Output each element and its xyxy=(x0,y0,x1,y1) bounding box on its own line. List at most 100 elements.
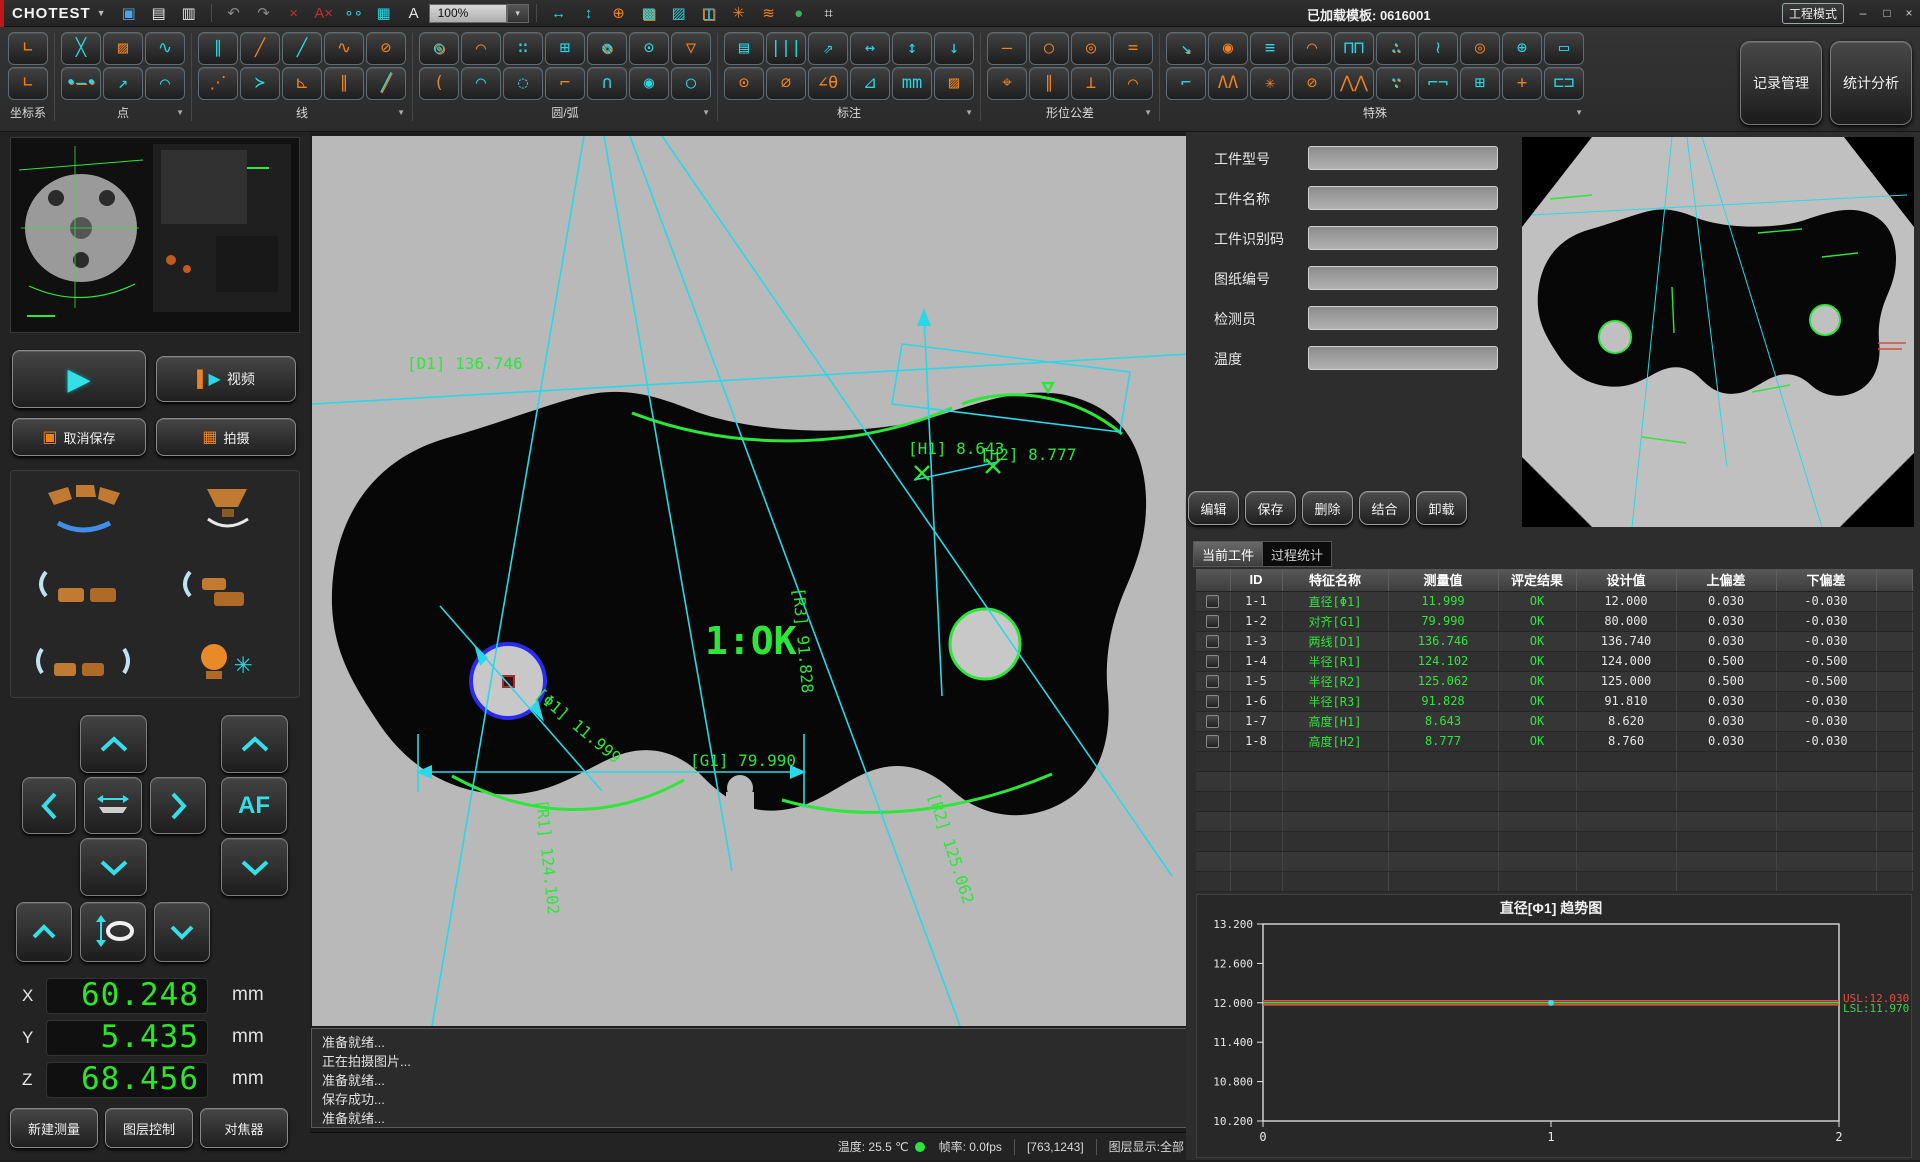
settings-gear-icon[interactable]: ✳ xyxy=(726,2,752,24)
group-dropdown-icon[interactable]: ▼ xyxy=(1575,108,1583,117)
layer-control-button[interactable]: 图层控制 xyxy=(105,1108,193,1148)
zoom-select[interactable]: 100% xyxy=(429,4,507,23)
group-dropdown-icon[interactable]: ▼ xyxy=(965,108,973,117)
line-angled-icon[interactable]: ╱ xyxy=(366,67,406,100)
sp-coil-icon[interactable]: ◉ xyxy=(1208,32,1248,65)
tol-position-icon[interactable]: ⌖ xyxy=(987,67,1027,100)
group-dropdown-icon[interactable]: ▼ xyxy=(397,108,405,117)
column-header[interactable]: 特征名称 xyxy=(1282,569,1388,591)
link-nodes-icon[interactable]: ∘∘ xyxy=(341,2,367,24)
dim-angle-icon[interactable]: ∠θ xyxy=(808,67,848,100)
light-add-icon[interactable]: ⊕ xyxy=(606,2,632,24)
table-row[interactable]: 1-2对齐[G1]79.990OK80.0000.030-0.030 xyxy=(1196,611,1912,631)
ring-light-icon[interactable] xyxy=(11,471,155,546)
point-peak-icon[interactable]: ⌒ xyxy=(145,67,185,100)
table-row[interactable]: 1-6半径[R3]91.828OK91.8100.030-0.030 xyxy=(1196,691,1912,711)
focuser-button[interactable]: 对焦器 xyxy=(200,1108,288,1148)
undo-icon[interactable]: ↶ xyxy=(221,2,247,24)
tol-concentricity-icon[interactable]: ◎ xyxy=(1071,32,1111,65)
sp-tangent-line-icon[interactable]: ↘ xyxy=(1166,32,1206,65)
sp-gear-height-icon[interactable]: ✳ xyxy=(1250,67,1290,100)
sp-spline-box-icon[interactable]: ≀ xyxy=(1418,32,1458,65)
dim-point-line-icon[interactable]: ↓ xyxy=(934,32,974,65)
column-header[interactable]: 上偏差 xyxy=(1676,569,1776,591)
point-wave-icon[interactable]: ∿ xyxy=(145,32,185,65)
close-button[interactable]: × xyxy=(1900,4,1918,22)
z-up-button[interactable] xyxy=(221,715,288,773)
run-measure-button[interactable]: ▶ xyxy=(12,350,146,408)
circle-scatter-icon[interactable]: ◌ xyxy=(503,67,543,100)
app-menu-caret-icon[interactable]: ▼ xyxy=(97,8,106,18)
delete-selected-icon[interactable]: × xyxy=(281,2,307,24)
group-dropdown-icon[interactable]: ▼ xyxy=(1144,108,1152,117)
row-checkbox[interactable] xyxy=(1206,715,1219,728)
line-two-point-icon[interactable]: ╱ xyxy=(240,32,280,65)
检测员-input[interactable] xyxy=(1308,306,1498,330)
binary-code-icon[interactable]: ≋ xyxy=(756,2,782,24)
sp-cylinder-dim-icon[interactable]: ⊏⊐ xyxy=(1544,67,1584,100)
ellipse-icon[interactable]: ○ xyxy=(671,67,711,100)
edit-document-icon[interactable]: ▤ xyxy=(146,2,172,24)
line-thick-icon[interactable]: ∥ xyxy=(198,32,238,65)
cancel-save-button[interactable]: ▣ 取消保存 xyxy=(12,418,146,456)
edit-button[interactable]: 编辑 xyxy=(1188,491,1239,525)
hole-right[interactable] xyxy=(950,609,1020,679)
circle-probe-icon[interactable]: ⊙ xyxy=(629,32,669,65)
tol-roundness-icon[interactable]: ○ xyxy=(1029,32,1069,65)
new-measure-button[interactable]: 新建测量 xyxy=(10,1108,98,1148)
device-icon[interactable]: ⌗ xyxy=(816,2,842,24)
sp-thread-icon[interactable]: ≡ xyxy=(1250,32,1290,65)
video-button[interactable]: ▌▶ 视频 xyxy=(156,356,296,402)
coaxial-light-icon[interactable] xyxy=(155,471,299,546)
table-row[interactable]: 1-4半径[R1]124.102OK124.0000.500-0.500 xyxy=(1196,651,1912,671)
sp-chain-multi-icon[interactable]: ∵ xyxy=(1376,67,1416,100)
sp-circle-arrow-icon[interactable]: ⊘ xyxy=(1292,67,1332,100)
circle-grid-icon[interactable]: ∷ xyxy=(503,32,543,65)
line-parallel-icon[interactable]: ∥ xyxy=(324,67,364,100)
delete-button[interactable]: 删除 xyxy=(1302,491,1353,525)
zoom-dropdown-icon[interactable]: ▾ xyxy=(507,4,529,23)
dim-horizontal-icon[interactable]: ↔ xyxy=(850,32,890,65)
tab-过程统计[interactable]: 过程统计 xyxy=(1263,541,1332,567)
light-settings-icon[interactable]: ✳ xyxy=(155,622,299,697)
record-management-button[interactable]: 记录管理 xyxy=(1740,41,1822,125)
sp-calculator-icon[interactable]: ⊞ xyxy=(1460,67,1500,100)
app-logo[interactable]: CHOTEST xyxy=(12,5,91,22)
engineering-mode-button[interactable]: 工程模式 xyxy=(1782,3,1844,24)
tab-当前工件[interactable]: 当前工件 xyxy=(1193,541,1263,567)
dim-ruler-icon[interactable]: ▤ xyxy=(724,32,764,65)
column-header[interactable]: 测量值 xyxy=(1388,569,1498,591)
工件识别码-input[interactable] xyxy=(1308,226,1498,250)
dim-aligned-icon[interactable]: ⇗ xyxy=(808,32,848,65)
tol-straightness-icon[interactable]: — xyxy=(987,32,1027,65)
ellipse-concentric-icon[interactable]: ◉ xyxy=(629,67,669,100)
message-log[interactable]: 准备就绪...正在拍摄图片...准备就绪...保存成功...准备就绪... xyxy=(311,1028,1191,1128)
dim-angle-dashed-icon[interactable]: ⊿ xyxy=(850,67,890,100)
delete-all-icon[interactable]: A× xyxy=(311,2,337,24)
capture-button[interactable]: ▦ 拍摄 xyxy=(156,418,296,456)
arc-profile-icon[interactable]: ∩ xyxy=(587,67,627,100)
autofocus-button[interactable]: AF xyxy=(221,777,287,834)
overview-preview[interactable] xyxy=(1522,137,1914,527)
cube-3d-icon[interactable]: ◫ xyxy=(696,2,722,24)
sp-zigzag-icon[interactable]: ΛΛ xyxy=(1208,67,1248,100)
side-light-right-icon[interactable] xyxy=(155,546,299,621)
coordinate-system-world-icon[interactable]: ∟ xyxy=(8,32,48,65)
column-header[interactable]: ID xyxy=(1230,569,1282,591)
line-tangent-icon[interactable]: ⊘ xyxy=(366,32,406,65)
温度-input[interactable] xyxy=(1308,346,1498,370)
trend-chart[interactable]: 直径[Φ1] 趋势图13.20012.60012.00011.40010.800… xyxy=(1196,894,1912,1158)
table-row[interactable]: 1-8高度[H2]8.777OK8.7600.030-0.030 xyxy=(1196,731,1912,751)
redo-icon[interactable]: ↷ xyxy=(251,2,277,24)
tol-perpendicularity-icon[interactable]: ⊥ xyxy=(1071,67,1111,100)
dim-area-icon[interactable]: ▨ xyxy=(934,67,974,100)
arc-ring-icon[interactable]: ⌒ xyxy=(461,32,501,65)
row-checkbox[interactable] xyxy=(1206,635,1219,648)
sp-step-profile-icon[interactable]: ⌐¬ xyxy=(1418,67,1458,100)
layer-display-status[interactable]: 图层显示:全部 xyxy=(1109,1138,1184,1155)
stage-height-icon[interactable]: ↕ xyxy=(576,2,602,24)
sp-comb-icon[interactable]: ⊓⊓ xyxy=(1334,32,1374,65)
camera-preview[interactable] xyxy=(10,137,300,333)
column-header[interactable]: 设计值 xyxy=(1576,569,1676,591)
focus-down-button[interactable] xyxy=(154,902,210,962)
